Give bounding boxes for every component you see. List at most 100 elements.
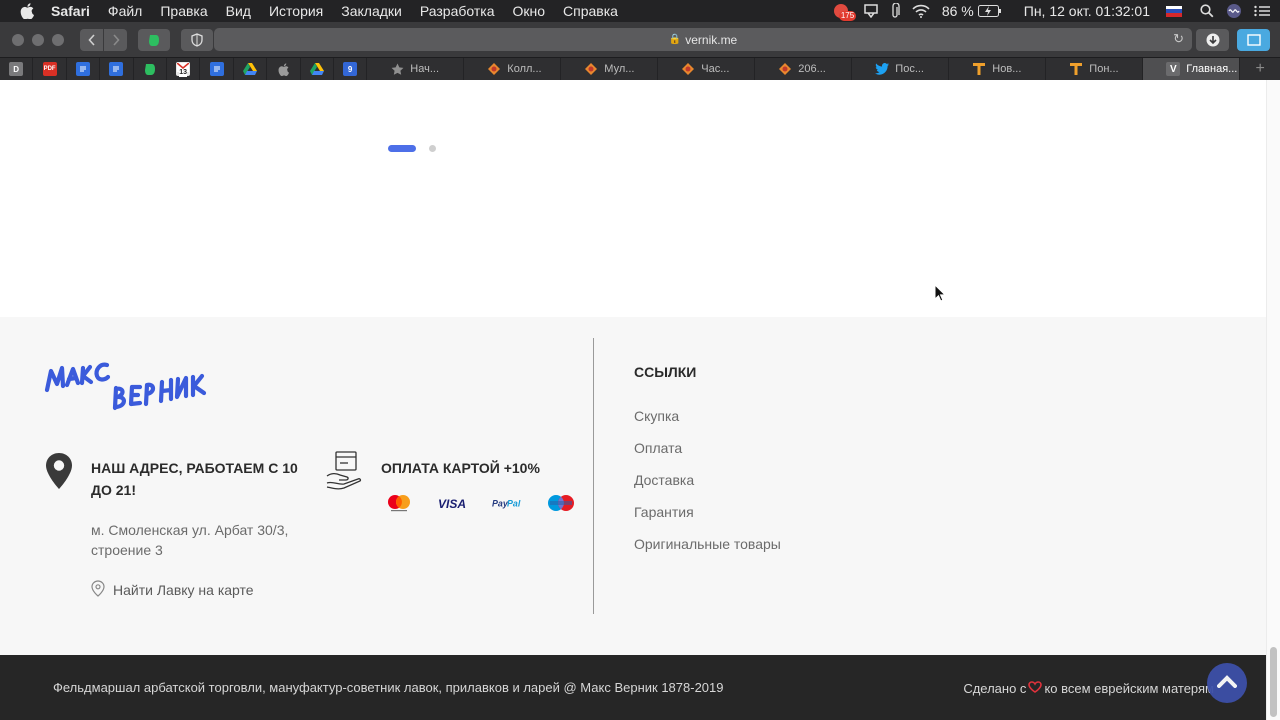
- pinned-tab[interactable]: [234, 58, 268, 80]
- visa-text: VISA: [438, 497, 466, 509]
- macos-menubar: Safari Файл Правка Вид История Закладки …: [0, 0, 1280, 22]
- battery-charging-icon[interactable]: [977, 0, 1002, 22]
- menu-develop[interactable]: Разработка: [420, 0, 495, 22]
- footer-link-buyback[interactable]: Скупка: [634, 407, 781, 439]
- pinned-tab[interactable]: D: [0, 58, 34, 80]
- menu-history[interactable]: История: [269, 0, 323, 22]
- address-bar-url: vernik.me: [685, 32, 738, 47]
- pinned-tab[interactable]: [267, 58, 301, 80]
- menu-bookmarks[interactable]: Закладки: [341, 0, 402, 22]
- t-icon: [1069, 62, 1083, 76]
- google-docs-icon: [209, 62, 224, 76]
- menubar-clock[interactable]: Пн, 12 окт. 01:32:01: [1024, 3, 1150, 19]
- carousel-dot[interactable]: [429, 145, 436, 152]
- tab-item[interactable]: Мул...: [561, 58, 659, 80]
- input-source-flag-icon[interactable]: [1166, 5, 1182, 17]
- spotlight-search-icon[interactable]: [1200, 0, 1214, 22]
- footer-link-warranty[interactable]: Гарантия: [634, 503, 781, 535]
- tab-item[interactable]: Час...: [658, 58, 756, 80]
- copyright-text: Фельдмаршал арбатской торговли, мануфакт…: [53, 680, 724, 695]
- paypal-icon: Pay Pal: [492, 493, 522, 513]
- tab-item[interactable]: Пон...: [1046, 58, 1144, 80]
- tab-item[interactable]: Колл...: [464, 58, 562, 80]
- shop-icon: [681, 62, 695, 76]
- airplay-icon[interactable]: [863, 0, 879, 22]
- window-minimize-button[interactable]: [32, 33, 44, 46]
- apple-menu-icon[interactable]: [20, 3, 34, 19]
- footer-bottom-bar: Фельдмаршал арбатской торговли, мануфакт…: [0, 655, 1266, 720]
- pinned-tab[interactable]: [200, 58, 234, 80]
- google-calendar-icon: 9: [343, 62, 358, 76]
- menu-window[interactable]: Окно: [512, 0, 545, 22]
- google-drive-icon: [242, 62, 257, 76]
- paperclip-icon[interactable]: [891, 0, 900, 22]
- pinned-tab[interactable]: 13: [167, 58, 201, 80]
- pinned-tab[interactable]: PDF: [33, 58, 67, 80]
- menu-edit[interactable]: Правка: [160, 0, 207, 22]
- carousel-pagination: [388, 145, 436, 152]
- payment-cards: VISA Pay Pal: [384, 493, 576, 513]
- reload-icon[interactable]: ↻: [1173, 31, 1184, 47]
- pinned-tab[interactable]: 9: [334, 58, 368, 80]
- downloads-button[interactable]: [1196, 29, 1229, 51]
- page-scrollbar[interactable]: [1266, 80, 1280, 720]
- links-title: ССЫЛКИ: [634, 364, 697, 380]
- maestro-icon: [546, 493, 576, 513]
- find-on-map-link[interactable]: Найти Лавку на карте: [91, 580, 254, 600]
- notification-app-icon[interactable]: 175: [833, 2, 857, 21]
- d-icon: D: [9, 62, 24, 76]
- back-button[interactable]: [80, 28, 103, 51]
- tab-title: 206...: [798, 63, 826, 75]
- address-text: м. Смоленская ул. Арбат 30/3, строение 3: [91, 522, 289, 558]
- site-footer: НАШ АДРЕС, РАБОТАЕМ С 10 ДО 21! м. Смоле…: [0, 317, 1266, 655]
- v-icon: V: [1166, 62, 1181, 76]
- tab-item[interactable]: Нач...: [367, 58, 465, 80]
- tab-item[interactable]: Нов...: [949, 58, 1047, 80]
- evernote-icon: [143, 62, 157, 76]
- wifi-icon[interactable]: [912, 0, 930, 22]
- evernote-extension-button[interactable]: [138, 28, 170, 51]
- made-suffix: ко всем еврейским матерям: [1044, 680, 1214, 696]
- pinned-tab[interactable]: [67, 58, 101, 80]
- notification-center-icon[interactable]: [1254, 0, 1270, 22]
- scrollbar-thumb[interactable]: [1270, 647, 1277, 717]
- tab-item[interactable]: 206...: [755, 58, 853, 80]
- forward-button[interactable]: [104, 28, 127, 51]
- pinned-tab[interactable]: [134, 58, 167, 80]
- menu-view[interactable]: Вид: [226, 0, 251, 22]
- tab-overview-button[interactable]: [1237, 29, 1270, 51]
- address-bar[interactable]: 🔒 vernik.me ↻: [214, 28, 1192, 51]
- tab-title: Мул...: [604, 63, 635, 75]
- battery-percent: 86 %: [941, 3, 974, 19]
- tab-title: Колл...: [507, 63, 542, 75]
- privacy-shield-button[interactable]: [181, 28, 213, 51]
- tab-title: Пос...: [895, 63, 924, 75]
- scroll-to-top-button[interactable]: [1207, 663, 1247, 703]
- siri-icon[interactable]: [1226, 0, 1242, 22]
- apple-icon: [276, 62, 290, 76]
- tab-title: Главная...: [1186, 63, 1238, 75]
- menu-app-safari[interactable]: Safari: [51, 0, 90, 22]
- v-icon-glyph: V: [1166, 62, 1181, 76]
- mouse-cursor-icon: [934, 283, 947, 307]
- payment-title: ОПЛАТА КАРТОЙ +10%: [381, 460, 540, 476]
- tab-item-active[interactable]: V Главная...: [1143, 58, 1241, 80]
- tab-title: Пон...: [1089, 63, 1119, 75]
- footer-link-delivery[interactable]: Доставка: [634, 471, 781, 503]
- pinned-tab[interactable]: [100, 58, 134, 80]
- site-logo[interactable]: [44, 360, 228, 425]
- menu-help[interactable]: Справка: [563, 0, 618, 22]
- carousel-dot-active[interactable]: [388, 145, 416, 152]
- window-zoom-button[interactable]: [52, 33, 64, 46]
- new-tab-button[interactable]: +: [1240, 58, 1280, 80]
- tab-item[interactable]: Пос...: [852, 58, 950, 80]
- footer-link-original-goods[interactable]: Оригинальные товары: [634, 535, 781, 567]
- tab-title: Час...: [701, 63, 730, 75]
- window-close-button[interactable]: [12, 33, 24, 46]
- footer-link-payment[interactable]: Оплата: [634, 439, 781, 471]
- twitter-icon: [875, 62, 890, 76]
- footer-divider: [593, 338, 594, 614]
- menu-file[interactable]: Файл: [108, 0, 142, 22]
- pinned-tab[interactable]: [301, 58, 334, 80]
- map-pin-outline-icon: [91, 580, 105, 600]
